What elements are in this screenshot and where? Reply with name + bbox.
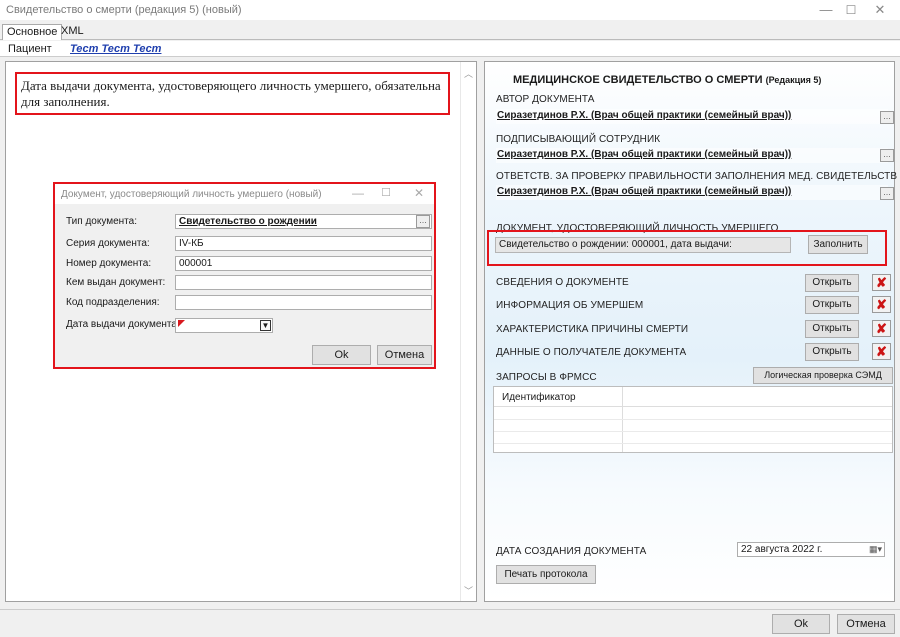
- issue-date-field[interactable]: ▼: [175, 318, 273, 333]
- certificate-title-edition: (Редакция 5): [765, 75, 822, 85]
- tab-xml[interactable]: XML: [57, 24, 88, 40]
- calendar-icon[interactable]: ▦▾: [869, 544, 882, 555]
- patient-label: Пациент: [8, 43, 52, 55]
- checker-select-button[interactable]: …: [880, 187, 894, 200]
- series-field[interactable]: IV-КБ: [175, 236, 432, 251]
- open-death-cause-button[interactable]: Открыть: [805, 320, 859, 338]
- dept-code-label: Код подразделения:: [66, 297, 160, 308]
- scroll-down-icon[interactable]: ﹀: [464, 584, 473, 597]
- created-date-field[interactable]: 22 августа 2022 г. ▦▾: [737, 542, 885, 557]
- frmss-requests-table[interactable]: Идентификатор: [493, 386, 893, 453]
- number-field[interactable]: 000001: [175, 256, 432, 271]
- checker-field[interactable]: Сиразетдинов Р.Х. (Врач общей практики (…: [496, 185, 888, 200]
- author-field[interactable]: Сиразетдинов Р.Х. (Врач общей практики (…: [496, 109, 888, 124]
- number-label: Номер документа:: [66, 258, 152, 269]
- section-label-deceased-info: ИНФОРМАЦИЯ ОБ УМЕРШЕМ: [496, 300, 644, 311]
- identity-document-dialog: Документ, удостоверяющий личность умерше…: [53, 182, 436, 369]
- doc-type-select-button[interactable]: …: [416, 215, 430, 228]
- delete-recipient-icon[interactable]: ✘: [872, 343, 891, 360]
- issue-date-label: Дата выдачи документа:: [66, 319, 180, 330]
- dept-code-field[interactable]: [175, 295, 432, 310]
- certificate-panel: МЕДИЦИНСКОЕ СВИДЕТЕЛЬСТВО О СМЕРТИ (Реда…: [484, 61, 898, 602]
- semd-check-button[interactable]: Логическая проверка СЭМД: [753, 367, 893, 384]
- column-header-identifier: Идентификатор: [502, 392, 576, 403]
- dialog-title: Документ, удостоверяющий личность умерше…: [61, 189, 322, 200]
- series-label: Серия документа:: [66, 238, 150, 249]
- vertical-scrollbar[interactable]: ︿ ﹀: [460, 62, 476, 601]
- signer-field[interactable]: Сиразетдинов Р.Х. (Врач общей практики (…: [496, 148, 888, 163]
- table-row[interactable]: [494, 431, 892, 432]
- chevron-down-icon[interactable]: ▼: [260, 320, 271, 331]
- created-date-label: ДАТА СОЗДАНИЯ ДОКУМЕНТА: [496, 546, 647, 557]
- issued-by-field[interactable]: [175, 275, 432, 290]
- dialog-close-icon[interactable]: ✕: [411, 186, 427, 200]
- dialog-minimize-icon[interactable]: —: [350, 186, 366, 200]
- minimize-icon[interactable]: —: [816, 2, 836, 18]
- open-deceased-info-button[interactable]: Открыть: [805, 296, 859, 314]
- dialog-ok-button[interactable]: Ok: [312, 345, 371, 365]
- identity-doc-field: Свидетельство о рождении: 000001, дата в…: [495, 237, 791, 253]
- author-select-button[interactable]: …: [880, 111, 894, 124]
- window-title: Свидетельство о смерти (редакция 5) (нов…: [6, 4, 242, 16]
- dialog-cancel-button[interactable]: Отмена: [377, 345, 432, 365]
- signer-select-button[interactable]: …: [880, 149, 894, 162]
- issued-by-label: Кем выдан документ:: [66, 277, 166, 288]
- created-date-value: 22 августа 2022 г.: [741, 544, 823, 555]
- table-header: Идентификатор: [494, 387, 892, 407]
- close-icon[interactable]: ✕: [870, 2, 890, 18]
- delete-death-cause-icon[interactable]: ✘: [872, 320, 891, 337]
- tab-bar: Основное XML: [0, 21, 900, 40]
- tab-main[interactable]: Основное: [2, 24, 63, 40]
- doc-type-field[interactable]: Свидетельство о рождении: [175, 214, 432, 229]
- section-label-recipient: ДАННЫЕ О ПОЛУЧАТЕЛЕ ДОКУМЕНТА: [496, 347, 687, 358]
- certificate-title: МЕДИЦИНСКОЕ СВИДЕТЕЛЬСТВО О СМЕРТИ (Реда…: [513, 74, 821, 86]
- footer-cancel-button[interactable]: Отмена: [837, 614, 895, 634]
- dialog-titlebar: Документ, удостоверяющий личность умерше…: [55, 184, 434, 204]
- delete-deceased-info-icon[interactable]: ✘: [872, 296, 891, 313]
- footer-bar: Ok Отмена: [0, 609, 900, 637]
- section-label-document-info: СВЕДЕНИЯ О ДОКУМЕНТЕ: [496, 277, 629, 288]
- identity-doc-box: Свидетельство о рождении: 000001, дата в…: [487, 230, 887, 266]
- patient-bar: Пациент Тест Тест Тест: [0, 41, 900, 57]
- required-marker-icon: [178, 320, 185, 327]
- window-titlebar: Свидетельство о смерти (редакция 5) (нов…: [0, 0, 900, 20]
- delete-document-info-icon[interactable]: ✘: [872, 274, 891, 291]
- dialog-maximize-icon[interactable]: ☐: [378, 186, 394, 199]
- scroll-up-icon[interactable]: ︿: [464, 67, 473, 80]
- table-row[interactable]: [494, 419, 892, 420]
- validation-message: Дата выдачи документа, удостоверяющего л…: [15, 72, 450, 115]
- print-protocol-button[interactable]: Печать протокола: [496, 565, 596, 584]
- checker-label: ОТВЕТСТВ. ЗА ПРОВЕРКУ ПРАВИЛЬНОСТИ ЗАПОЛ…: [496, 171, 898, 182]
- table-row[interactable]: [494, 443, 892, 444]
- maximize-icon[interactable]: ☐: [841, 2, 861, 18]
- patient-link[interactable]: Тест Тест Тест: [70, 43, 161, 55]
- doc-type-label: Тип документа:: [66, 216, 137, 227]
- open-recipient-button[interactable]: Открыть: [805, 343, 859, 361]
- section-label-death-cause: ХАРАКТЕРИСТИКА ПРИЧИНЫ СМЕРТИ: [496, 324, 689, 335]
- open-document-info-button[interactable]: Открыть: [805, 274, 859, 292]
- signer-label: ПОДПИСЫВАЮЩИЙ СОТРУДНИК: [496, 134, 661, 145]
- fill-button[interactable]: Заполнить: [808, 235, 868, 254]
- certificate-title-main: МЕДИЦИНСКОЕ СВИДЕТЕЛЬСТВО О СМЕРТИ: [513, 74, 763, 86]
- author-label: АВТОР ДОКУМЕНТА: [496, 94, 595, 105]
- frmss-requests-label: ЗАПРОСЫ В ФРМСС: [496, 372, 597, 383]
- footer-ok-button[interactable]: Ok: [772, 614, 830, 634]
